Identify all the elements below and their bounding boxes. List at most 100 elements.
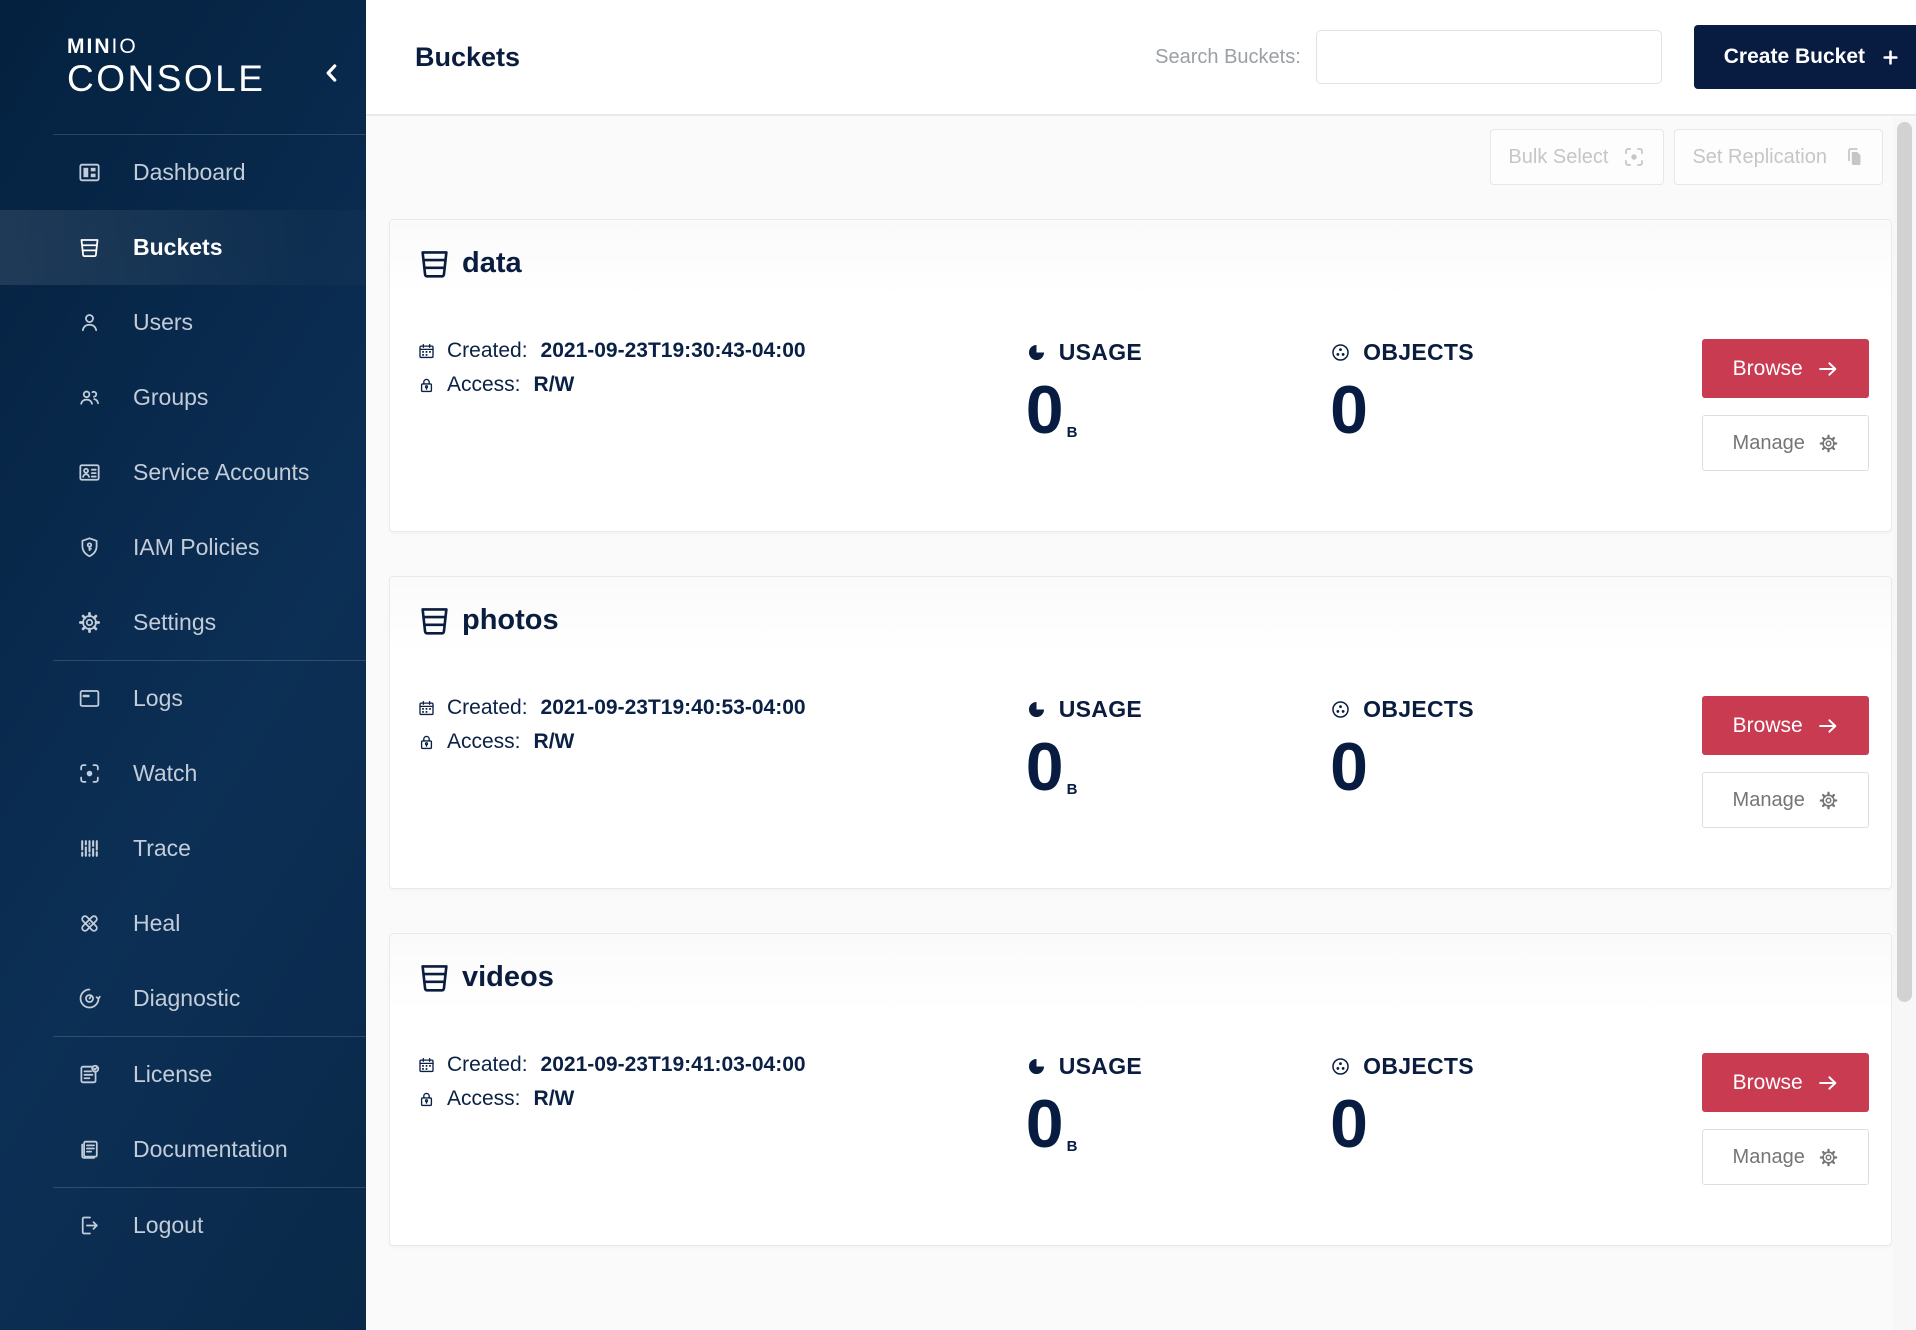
usage-label: USAGE	[1058, 696, 1143, 722]
usage-number: 0	[1025, 729, 1064, 805]
bucket-access-row: Access: R/W	[417, 1087, 1026, 1111]
usage-header: USAGE	[1026, 1053, 1330, 1080]
access-label: Access:	[447, 373, 521, 396]
bucket-created-row: Created: 2021-09-23T19:40:53-04:00	[417, 696, 1026, 720]
objects-icon	[1330, 1056, 1351, 1077]
lock-icon	[417, 733, 436, 752]
sidebar-item-service-accounts[interactable]: Service Accounts	[0, 435, 366, 510]
sidebar-item-dashboard[interactable]: Dashboard	[0, 135, 366, 210]
sidebar-item-groups[interactable]: Groups	[0, 360, 366, 435]
groups-icon	[77, 385, 102, 410]
arrow-right-icon	[1817, 715, 1839, 737]
sidebar-item-buckets[interactable]: Buckets	[0, 209, 366, 285]
objects-metric: OBJECTS 0	[1330, 339, 1702, 471]
manage-button[interactable]: Manage	[1702, 772, 1870, 828]
bucket-icon	[416, 959, 453, 996]
sidebar-item-documentation[interactable]: Documentation	[0, 1112, 366, 1187]
browse-label: Browse	[1732, 1070, 1803, 1094]
browse-button[interactable]: Browse	[1702, 1053, 1870, 1112]
watch-icon	[77, 761, 102, 786]
sidebar-item-users[interactable]: Users	[0, 285, 366, 360]
created-value: 2021-09-23T19:40:53-04:00	[540, 696, 806, 719]
browse-label: Browse	[1732, 356, 1803, 380]
sidebar-item-logout[interactable]: Logout	[0, 1188, 366, 1263]
sidebar-item-heal[interactable]: Heal	[0, 886, 366, 961]
sidebar-item-iam-policies[interactable]: IAM Policies	[0, 510, 366, 585]
sidebar-item-label: Watch	[133, 759, 198, 786]
bucket-access-row: Access: R/W	[417, 730, 1026, 754]
search-buckets-input[interactable]	[1315, 30, 1662, 84]
logo-io-text: IO	[111, 35, 138, 58]
create-bucket-button[interactable]: Create Bucket	[1693, 25, 1916, 89]
manage-button[interactable]: Manage	[1702, 415, 1870, 471]
bucket-buttons: Browse Manage	[1702, 696, 1870, 828]
sidebar-item-label: Trace	[133, 834, 191, 861]
sidebar-item-label: Service Accounts	[133, 458, 310, 485]
created-label: Created:	[447, 1053, 528, 1076]
usage-value: 0 B	[1025, 729, 1330, 805]
sidebar-item-label: Dashboard	[133, 158, 246, 185]
sidebar-item-label: Buckets	[133, 233, 223, 260]
bulk-select-button[interactable]: Bulk Select	[1490, 129, 1665, 185]
sidebar-item-trace[interactable]: Trace	[0, 811, 366, 886]
bucket-buttons: Browse Manage	[1702, 339, 1870, 471]
usage-unit: B	[1066, 781, 1078, 799]
vertical-scrollbar[interactable]	[1893, 118, 1916, 1330]
usage-number: 0	[1025, 1086, 1064, 1162]
create-bucket-label: Create Bucket	[1723, 45, 1865, 68]
objects-value: 0	[1330, 1090, 1702, 1158]
browse-button[interactable]: Browse	[1702, 339, 1870, 398]
settings-icon	[77, 610, 102, 635]
bulk-select-icon	[1622, 145, 1646, 169]
objects-metric: OBJECTS 0	[1330, 1053, 1702, 1185]
objects-number: 0	[1330, 372, 1368, 448]
buckets-icon	[77, 235, 102, 260]
browse-button[interactable]: Browse	[1702, 696, 1870, 755]
sidebar-item-logs[interactable]: Logs	[0, 661, 366, 736]
bucket-card-header[interactable]: photos	[390, 577, 1891, 663]
diagnostic-icon	[77, 986, 102, 1011]
usage-label: USAGE	[1058, 1053, 1143, 1079]
bucket-card-body: Created: 2021-09-23T19:41:03-04:00 Acces…	[390, 1020, 1891, 1185]
usage-label: USAGE	[1058, 339, 1143, 365]
trace-icon	[77, 836, 102, 861]
objects-value: 0	[1330, 729, 1702, 805]
usage-pie-icon	[1026, 699, 1047, 720]
bucket-created-row: Created: 2021-09-23T19:41:03-04:00	[417, 1053, 1026, 1077]
bucket-card-header[interactable]: videos	[390, 934, 1891, 1020]
usage-metric: USAGE 0 B	[1026, 339, 1330, 471]
arrow-right-icon	[1817, 1072, 1839, 1094]
sidebar-item-settings[interactable]: Settings	[0, 585, 366, 660]
sidebar-item-label: Groups	[133, 383, 209, 410]
sidebar-item-diagnostic[interactable]: Diagnostic	[0, 961, 366, 1036]
bucket-card-body: Created: 2021-09-23T19:40:53-04:00 Acces…	[390, 663, 1891, 828]
sidebar-item-license[interactable]: License	[0, 1037, 366, 1112]
scrollbar-thumb[interactable]	[1897, 122, 1912, 1002]
objects-number: 0	[1330, 729, 1368, 805]
objects-header: OBJECTS	[1330, 339, 1702, 366]
users-icon	[77, 310, 102, 335]
chevron-left-icon	[319, 60, 345, 86]
bucket-info: Created: 2021-09-23T19:30:43-04:00 Acces…	[417, 339, 1026, 471]
logo-min-text: MIN	[67, 35, 112, 58]
created-label: Created:	[447, 339, 528, 362]
bucket-access-row: Access: R/W	[417, 373, 1026, 397]
sidebar-item-label: Logout	[133, 1211, 204, 1238]
bucket-name: videos	[462, 960, 554, 993]
objects-icon	[1330, 342, 1351, 363]
search-area: Search Buckets: Create Bucket	[1155, 25, 1916, 89]
manage-button[interactable]: Manage	[1702, 1129, 1870, 1185]
manage-label: Manage	[1732, 788, 1805, 811]
service-accounts-icon	[77, 460, 102, 485]
page-title: Buckets	[415, 41, 521, 72]
page-header: Buckets Search Buckets: Create Bucket	[366, 0, 1916, 116]
set-replication-label: Set Replication	[1692, 145, 1827, 168]
lock-icon	[417, 1090, 436, 1109]
created-label: Created:	[447, 696, 528, 719]
bucket-name: data	[462, 246, 522, 279]
sidebar-collapse-button[interactable]	[319, 60, 345, 86]
sidebar-item-watch[interactable]: Watch	[0, 736, 366, 811]
set-replication-button[interactable]: Set Replication	[1674, 129, 1883, 185]
sidebar-item-label: Diagnostic	[133, 984, 241, 1011]
bucket-card-header[interactable]: data	[390, 220, 1891, 306]
